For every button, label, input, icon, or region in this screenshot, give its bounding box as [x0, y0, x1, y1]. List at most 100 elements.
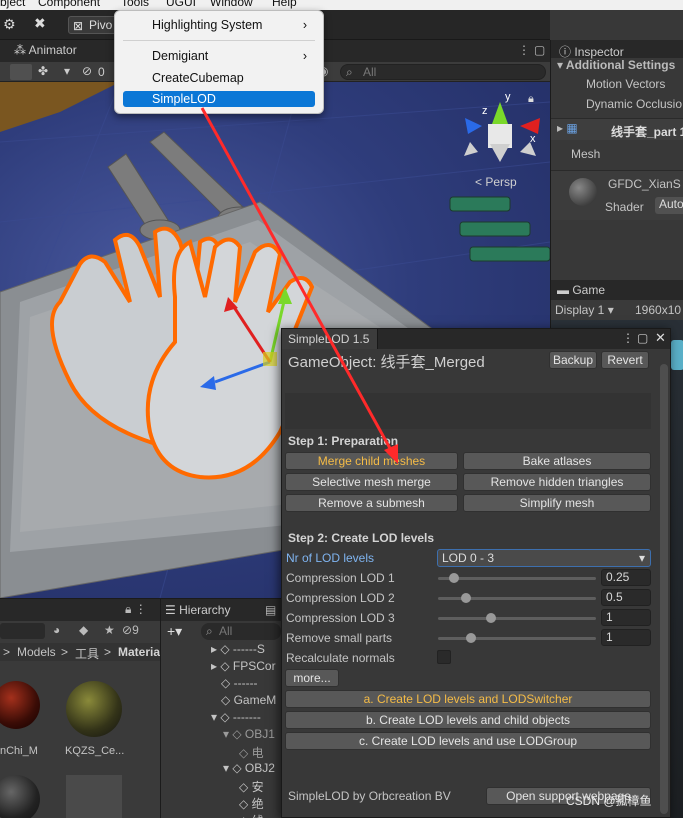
pivot-toggle[interactable]: ⊠ Pivo — [68, 16, 118, 34]
hierarchy-menu-icon[interactable]: ▤ — [265, 603, 276, 617]
menu-gameobject[interactable]: bject — [0, 0, 25, 9]
recalculate-normals-checkbox[interactable] — [437, 650, 451, 664]
simplelod-tab[interactable]: SimpleLOD 1.5 — [282, 329, 378, 349]
menu-item-simplelod[interactable]: SimpleLOD — [123, 91, 315, 107]
wrench-icon[interactable]: ✖ — [34, 15, 56, 33]
asset-thumbnail-material-2[interactable] — [66, 681, 122, 737]
hierarchy-row-label: ------- — [232, 710, 261, 724]
menu-component[interactable]: Component — [38, 0, 100, 9]
additional-settings-header[interactable]: ▾ Additional Settings — [557, 58, 675, 72]
scene-maximize-icon[interactable]: ▢ — [534, 43, 545, 57]
merge-child-meshes-button[interactable]: Merge child meshes — [285, 452, 458, 470]
compression-lod2-knob[interactable] — [461, 593, 471, 603]
selective-mesh-merge-button[interactable]: Selective mesh merge — [285, 473, 458, 491]
menu-item-demigiant[interactable]: Demigiant › — [123, 46, 315, 66]
hierarchy-row[interactable]: ▾ ◇ OBJ2 — [223, 761, 275, 775]
bake-atlases-button[interactable]: Bake atlases — [463, 452, 651, 470]
watermark: CSDN @孤樟鱼 — [566, 794, 652, 808]
asset-thumbnail-material-3[interactable] — [0, 775, 40, 818]
remove-small-parts-knob[interactable] — [466, 633, 476, 643]
hierarchy-row[interactable]: ▸ ◇ FPSCor — [211, 659, 276, 673]
pivot-icon: ⊠ — [73, 19, 84, 33]
inspector-tab-label: Inspector — [574, 45, 624, 59]
shading-mode-button[interactable] — [10, 64, 32, 80]
hidden-assets-toggle[interactable]: ⊘9 — [122, 623, 139, 637]
hierarchy-row[interactable]: ◇ 绝 — [239, 795, 264, 812]
create-lod-lodswitcher-button[interactable]: a. Create LOD levels and LODSwitcher — [285, 690, 651, 708]
compression-lod2-field[interactable]: 0.5 — [601, 589, 651, 606]
compression-lod3-knob[interactable] — [486, 613, 496, 623]
eye-slash-icon: ⊘ — [122, 623, 133, 637]
hierarchy-row[interactable]: ▸ ◇ ------S — [211, 642, 265, 656]
shader-dropdown[interactable]: Auto — [655, 197, 683, 214]
menu-window[interactable]: Window — [210, 0, 253, 9]
compression-lod1-field[interactable]: 0.25 — [601, 569, 651, 586]
hierarchy-row[interactable]: ▾ ◇ ------- — [211, 710, 261, 724]
hierarchy-search-input[interactable]: ⌕ All — [201, 623, 281, 640]
hierarchy-row-label: 电 — [251, 746, 264, 760]
menu-tools[interactable]: Tools — [121, 0, 149, 9]
filter-type-icon[interactable]: ◕ — [53, 623, 60, 637]
effects-icon[interactable]: ✤ — [38, 64, 48, 78]
create-button[interactable]: +▾ — [167, 623, 182, 640]
remove-submesh-button[interactable]: Remove a submesh — [285, 494, 458, 512]
nr-lod-levels-label: Nr of LOD levels — [286, 551, 375, 565]
animator-tab[interactable]: ⁂ Animator — [14, 43, 77, 57]
scene-search-input[interactable]: ⌕ All — [340, 64, 546, 80]
compression-lod3-field[interactable]: 1 — [601, 609, 651, 626]
gear-tools-icon[interactable]: ⚙ — [3, 16, 25, 34]
resolution-dropdown[interactable]: 1960x10 — [635, 303, 681, 317]
breadcrumb-models[interactable]: Models — [17, 645, 56, 659]
hierarchy-row[interactable]: ◇ 电 — [239, 744, 264, 761]
scene-search-placeholder: All — [363, 65, 377, 79]
game-tab[interactable]: ▬ Game — [557, 283, 605, 297]
backup-button[interactable]: Backup — [549, 351, 597, 369]
more-button[interactable]: more... — [285, 669, 339, 687]
menu-help[interactable]: Help — [272, 0, 297, 9]
scene-tab-menu-icon[interactable]: ⋮ — [518, 43, 530, 57]
lock-icon[interactable]: 🔒︎ — [528, 93, 534, 105]
window-close-icon[interactable]: ✕ — [655, 330, 666, 346]
asset-thumbnail-material-1[interactable] — [0, 681, 40, 729]
project-panel: 🔒︎ ⋮ ◕ ◆ ★ ⊘9 > Models > 工具 > Materia nC… — [0, 598, 160, 818]
effects-dropdown-icon[interactable]: ▾ — [64, 64, 70, 78]
compression-lod3-slider[interactable] — [438, 617, 596, 620]
hierarchy-row[interactable]: ▾ ◇ OBJ1 — [223, 727, 275, 741]
hierarchy-row[interactable]: ◇ 线 — [239, 812, 264, 818]
favorite-icon[interactable]: ★ — [104, 623, 115, 637]
remove-small-parts-field[interactable]: 1 — [601, 629, 651, 646]
hierarchy-row[interactable]: ◇ GameM — [211, 693, 276, 707]
hidden-objects-icon[interactable]: ⊘ — [82, 64, 92, 78]
menu-item-highlighting-system[interactable]: Highlighting System › — [123, 15, 315, 35]
project-lock-icon[interactable]: 🔒︎ ⋮ — [125, 602, 147, 617]
hidden-count: 0 — [98, 65, 105, 79]
hierarchy-tab[interactable]: ☰ Hierarchy — [165, 603, 230, 617]
window-menu-icon[interactable]: ⋮ — [622, 331, 634, 345]
filter-label-icon[interactable]: ◆ — [79, 623, 88, 637]
orientation-gizmo[interactable] — [464, 102, 540, 162]
hierarchy-row-label: 线 — [252, 814, 264, 818]
asset-thumbnail-material-4[interactable] — [66, 775, 122, 818]
breadcrumb-materials[interactable]: Materia — [118, 645, 160, 659]
mesh-component-foldout[interactable]: ▸ ▦ — [557, 121, 578, 135]
hierarchy-row[interactable]: ◇ ------ — [211, 676, 258, 690]
grid-icon: ▦ — [566, 121, 578, 135]
project-search-input[interactable] — [0, 623, 45, 639]
remove-hidden-triangles-button[interactable]: Remove hidden triangles — [463, 473, 651, 491]
nr-lod-levels-dropdown[interactable]: LOD 0 - 3 ▾ — [437, 549, 651, 567]
menu-ugui[interactable]: UGUI — [166, 0, 196, 9]
window-maximize-icon[interactable]: ▢ — [637, 331, 648, 345]
compression-lod1-knob[interactable] — [449, 573, 459, 583]
create-lod-child-objects-button[interactable]: b. Create LOD levels and child objects — [285, 711, 651, 729]
breadcrumb-tools[interactable]: 工具 — [75, 645, 99, 661]
create-lod-lodgroup-button[interactable]: c. Create LOD levels and use LODGroup — [285, 732, 651, 750]
revert-button[interactable]: Revert — [601, 351, 649, 369]
display-dropdown[interactable]: Display 1 ▾ — [555, 303, 614, 317]
simplify-mesh-button[interactable]: Simplify mesh — [463, 494, 651, 512]
window-scrollbar[interactable] — [660, 364, 668, 814]
compression-lod1-slider[interactable] — [438, 577, 596, 580]
game-object-title: GameObject: 线手套_Merged — [288, 354, 485, 371]
hierarchy-row[interactable]: ◇ 安 — [239, 778, 264, 795]
menu-item-createcubemap[interactable]: CreateCubemap — [123, 68, 315, 88]
remove-small-parts-slider[interactable] — [438, 637, 596, 640]
